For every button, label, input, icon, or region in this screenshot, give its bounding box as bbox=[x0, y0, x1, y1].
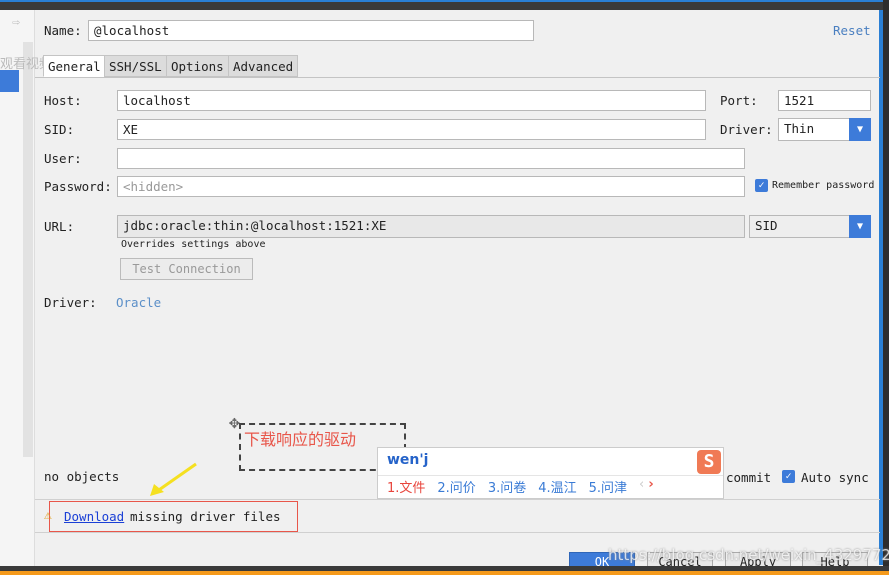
remember-password-label: Remember password bbox=[772, 180, 875, 191]
port-label: Port: bbox=[720, 93, 758, 108]
host-input[interactable]: localhost bbox=[117, 90, 706, 111]
ime-candidate[interactable]: 1.文件 bbox=[387, 477, 425, 496]
right-dark bbox=[883, 0, 889, 575]
reset-link[interactable]: Reset bbox=[833, 23, 871, 38]
download-text: missing driver files bbox=[130, 509, 281, 524]
sid-label: SID: bbox=[44, 122, 75, 137]
warning-icon: ⚠ bbox=[44, 508, 52, 523]
driver-label: Driver: bbox=[720, 122, 773, 137]
overrides-note: Overrides settings above bbox=[121, 239, 266, 250]
divider bbox=[35, 499, 880, 500]
ime-popup: wen'j S 1.文件 2.问价 3.问卷 4.温江 5.问津 ‹ › bbox=[377, 447, 724, 499]
port-input[interactable]: 1521 bbox=[778, 90, 871, 111]
ime-divider bbox=[378, 475, 723, 476]
sogou-logo: S bbox=[697, 450, 721, 474]
url-watermark: https://blog.csdn.net/weixin_43297727 bbox=[608, 546, 889, 564]
url-label: URL: bbox=[44, 219, 75, 234]
arrow-icon[interactable]: ⇨ bbox=[12, 15, 20, 30]
auto-sync-checkbox[interactable]: ✓ bbox=[782, 470, 795, 483]
sid-input[interactable]: XE bbox=[117, 119, 706, 140]
url-input[interactable]: jdbc:oracle:thin:@localhost:1521:XE bbox=[117, 215, 745, 238]
tab-options[interactable]: Options bbox=[166, 55, 229, 77]
ime-input: wen'j bbox=[387, 452, 429, 468]
ime-candidates: 1.文件 2.问价 3.问卷 4.温江 5.问津 ‹ › bbox=[387, 477, 654, 496]
annotation-text: 下载响应的驱动 bbox=[244, 430, 357, 449]
ime-candidate[interactable]: 2.问价 bbox=[437, 477, 475, 496]
top-bar bbox=[0, 0, 889, 10]
remember-password-checkbox[interactable]: ✓ bbox=[755, 179, 768, 192]
download-link[interactable]: Download bbox=[64, 509, 124, 524]
commit-label: commit bbox=[726, 470, 772, 485]
tab-advanced[interactable]: Advanced bbox=[228, 55, 299, 77]
chevron-down-icon[interactable]: ▼ bbox=[849, 215, 871, 238]
ime-page-arrows[interactable]: ‹ › bbox=[639, 477, 654, 496]
host-label: Host: bbox=[44, 93, 82, 108]
arrow-annotation bbox=[148, 462, 198, 497]
chevron-down-icon[interactable]: ▼ bbox=[849, 118, 871, 141]
tab-divider bbox=[35, 77, 880, 78]
tab-general[interactable]: General bbox=[43, 55, 106, 77]
password-input[interactable]: <hidden> bbox=[117, 176, 745, 197]
auto-sync-label: Auto sync bbox=[801, 470, 869, 485]
ime-candidate[interactable]: 4.温江 bbox=[538, 477, 576, 496]
sidebar-scrollbar[interactable] bbox=[23, 42, 33, 457]
driver-link[interactable]: Oracle bbox=[116, 295, 161, 310]
name-label: Name: bbox=[44, 23, 82, 38]
password-label: Password: bbox=[44, 179, 112, 194]
bottom-orange-bar bbox=[0, 571, 889, 575]
test-connection-button[interactable]: Test Connection bbox=[120, 258, 253, 280]
ime-candidate[interactable]: 5.问津 bbox=[589, 477, 627, 496]
ime-candidate[interactable]: 3.问卷 bbox=[488, 477, 526, 496]
no-objects-label: no objects bbox=[44, 469, 120, 484]
tab-ssh-ssl[interactable]: SSH/SSL bbox=[104, 55, 167, 77]
sidebar-selection[interactable] bbox=[0, 70, 19, 92]
driver-info-label: Driver: bbox=[44, 295, 97, 310]
user-label: User: bbox=[44, 151, 82, 166]
name-input[interactable]: @localhost bbox=[88, 20, 534, 41]
user-input[interactable] bbox=[117, 148, 745, 169]
divider bbox=[35, 532, 880, 533]
